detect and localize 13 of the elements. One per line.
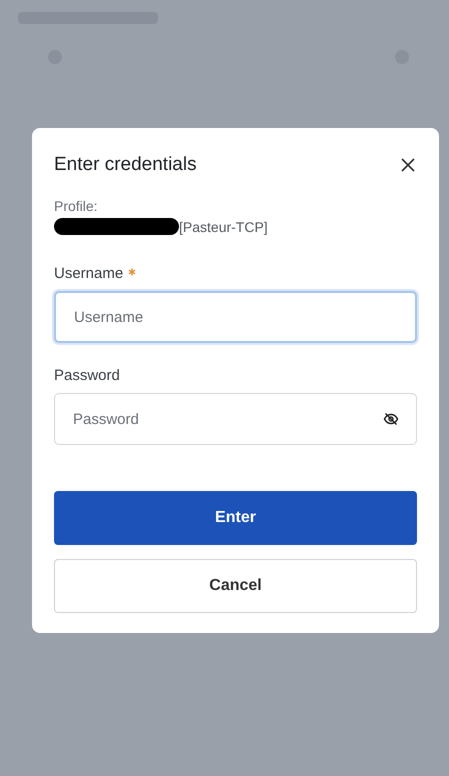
username-field[interactable]: Username (54, 291, 417, 343)
required-icon (128, 268, 136, 276)
close-icon (401, 158, 415, 172)
dialog-title: Enter credentials (54, 154, 197, 176)
enter-button[interactable]: Enter (54, 491, 417, 545)
profile-name: [Pasteur-TCP] (179, 218, 268, 234)
cancel-button[interactable]: Cancel (54, 559, 417, 613)
eye-off-icon[interactable] (383, 411, 399, 427)
password-field[interactable]: Password (54, 393, 417, 445)
profile-label: Profile: (54, 198, 99, 214)
field-label: Password (54, 367, 120, 384)
field-label: Username (54, 265, 124, 282)
close-button[interactable] (399, 156, 417, 174)
